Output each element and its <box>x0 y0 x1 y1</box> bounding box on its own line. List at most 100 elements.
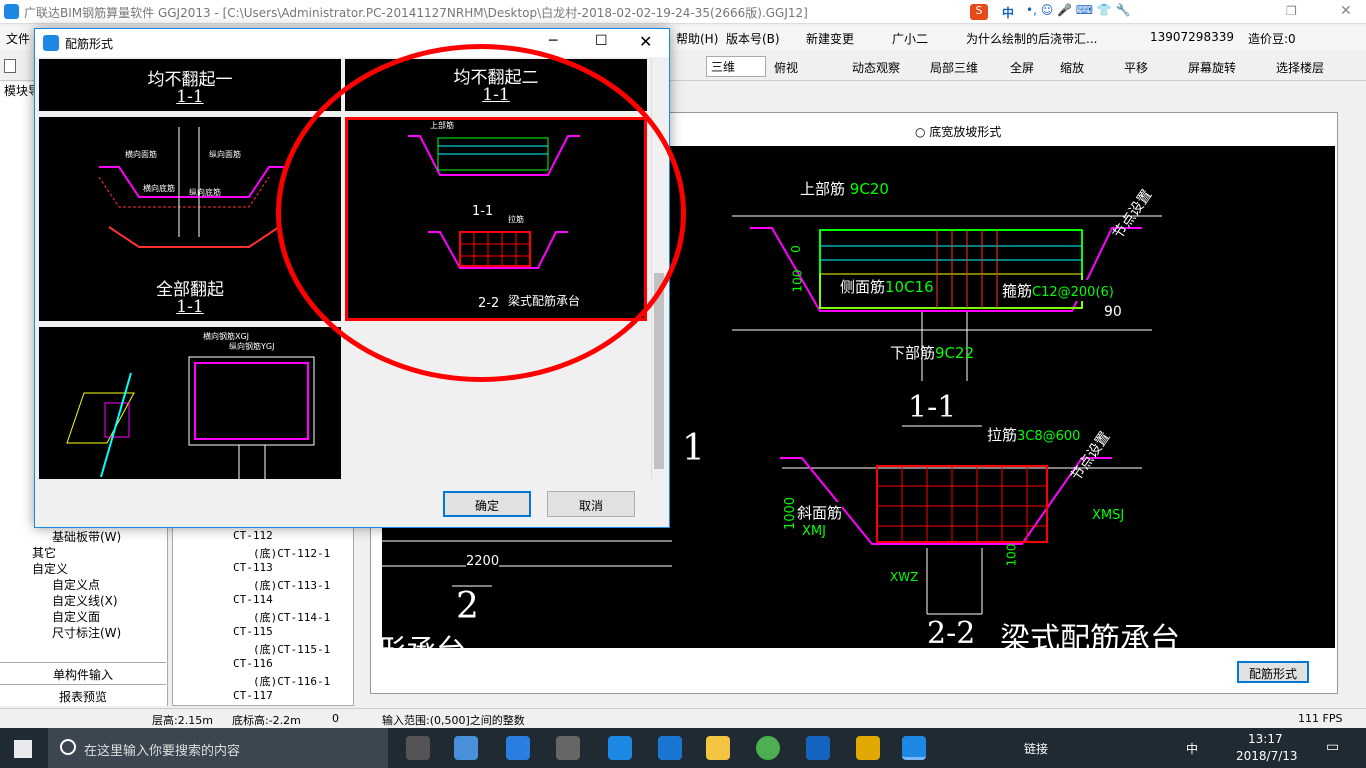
panel-5-drawing <box>66 356 315 479</box>
local-3d-button[interactable]: 局部三维 <box>930 59 978 76</box>
tree-node[interactable]: CT-113 <box>233 561 273 574</box>
cad-side-rebar: 侧面筋 <box>840 278 886 296</box>
panel-3-label-4: 纵向底筋 <box>189 188 221 197</box>
app-icon-4[interactable] <box>806 736 830 760</box>
slope-radio[interactable]: ○ 底宽放坡形式 <box>915 123 1001 140</box>
component-tree: CT-112 (底)CT-112-1 CT-113 (底)CT-113-1 CT… <box>172 520 354 706</box>
panel-3-section: 1-1 <box>176 297 204 317</box>
tree-node[interactable]: (底)CT-115-1 <box>253 641 330 657</box>
option-panel-5[interactable]: 横向钢筋XGJ 纵向钢筋YGJ <box>39 327 341 479</box>
tree-item-foundation-strip[interactable]: 基础板带(W) <box>48 528 121 545</box>
tree-node[interactable]: CT-112 <box>233 529 273 542</box>
cad-stirrup: 箍筋 <box>1002 282 1033 300</box>
edge-icon[interactable] <box>608 736 632 760</box>
tree-node[interactable]: CT-116 <box>233 657 273 670</box>
cad-label-2: 2 <box>456 586 479 627</box>
app-icon-5[interactable] <box>856 736 880 760</box>
tree-item-dimension[interactable]: 尺寸标注(W) <box>48 624 121 641</box>
clock-date[interactable]: 2018/7/13 <box>1236 749 1298 763</box>
restore-icon[interactable]: ❐ <box>1286 4 1297 18</box>
folder-icon[interactable] <box>706 736 730 760</box>
ok-button[interactable]: 确定 <box>443 491 531 517</box>
link-label[interactable]: 链接 <box>1024 740 1048 757</box>
panel-3-label-2: 纵向面筋 <box>209 150 241 159</box>
scrollbar-thumb[interactable] <box>654 273 664 469</box>
tree-node[interactable]: (底)CT-113-1 <box>253 577 330 593</box>
tree-node[interactable]: (底)CT-114-1 <box>253 609 330 625</box>
select-floor-button[interactable]: 选择楼层 <box>1276 59 1324 76</box>
minimize-icon[interactable]: ─ <box>549 33 557 49</box>
single-input-tab[interactable]: 单构件输入 <box>0 662 166 682</box>
tree-item-custom-area[interactable]: 自定义面 <box>48 608 100 625</box>
pan-button[interactable]: 平移 <box>1124 59 1148 76</box>
menu-help[interactable]: 帮助(H) <box>676 30 718 47</box>
cad-slope-rebar: 斜面筋 <box>797 502 843 523</box>
app-icon-2[interactable] <box>556 736 580 760</box>
tree-item-custom-line[interactable]: 自定义线(X) <box>48 592 118 609</box>
tree-item-custom-point[interactable]: 自定义点 <box>48 576 100 593</box>
new-file-icon[interactable] <box>4 59 16 73</box>
app-icon <box>4 4 19 19</box>
tree-item-other[interactable]: 其它 <box>28 544 56 561</box>
fps: 111 FPS <box>1298 712 1343 725</box>
window-title: 广联达BIM钢筋算量软件 GGJ2013 - [C:\Users\Adminis… <box>24 6 808 20</box>
menu-version[interactable]: 版本号(B) <box>726 30 780 47</box>
account-phone[interactable]: 13907298339 <box>1150 30 1234 44</box>
red-circle-annotation <box>276 44 686 382</box>
rotate-button[interactable]: 屏幕旋转 <box>1188 59 1236 76</box>
cad-bottom-rebar-value: 9C22 <box>935 344 975 362</box>
task-view-icon[interactable] <box>406 736 430 760</box>
cad-tie-rebar-value: 3C8@600 <box>1017 429 1081 444</box>
help-question-link[interactable]: 为什么绘制的后浇带汇... <box>966 30 1097 47</box>
dynamic-view-button[interactable]: 动态观察 <box>852 59 900 76</box>
tree-node[interactable]: (底)CT-112-1 <box>253 545 330 561</box>
taskbar-ime[interactable]: 中 <box>1186 740 1198 757</box>
cad-section-22: 2-2 <box>927 616 976 648</box>
windows-start-icon[interactable] <box>14 740 32 758</box>
tree-node[interactable]: CT-117 <box>233 689 273 702</box>
cad-angle: 90 <box>1104 304 1122 320</box>
menu-new-change[interactable]: 新建变更 <box>806 30 854 47</box>
menu-file[interactable]: 文件 <box>6 30 30 47</box>
ime-language[interactable]: 中 <box>1002 4 1014 21</box>
floor-height: 层高:2.15m <box>152 714 213 727</box>
menu-guangxiaoer[interactable]: 广小二 <box>892 30 928 47</box>
rebar-form-button[interactable]: 配筋形式 <box>1237 661 1309 683</box>
cad-tie-rebar: 拉筋 <box>987 426 1018 444</box>
close-icon[interactable]: ✕ <box>1340 3 1352 19</box>
ie-icon[interactable] <box>506 736 530 760</box>
clock-time[interactable]: 13:17 <box>1248 732 1283 746</box>
tree-node[interactable]: (底)CT-116-1 <box>253 673 330 689</box>
tree-node[interactable]: CT-115 <box>233 625 273 638</box>
app-icon-3[interactable] <box>756 736 780 760</box>
search-placeholder: 在这里输入你要搜索的内容 <box>84 744 241 759</box>
cad-dim-100: 100 <box>790 269 805 293</box>
cad-xmsj: XMSJ <box>1092 508 1125 523</box>
taskbar-search[interactable]: 在这里输入你要搜索的内容 <box>48 728 388 768</box>
report-preview-tab[interactable]: 报表预览 <box>0 684 166 704</box>
cad-side-rebar-value: 10C16 <box>885 278 934 296</box>
ime-toolbar[interactable]: S 中 •, ☺ 🎤 ⌨ 👕 🔧 <box>966 2 1166 22</box>
cost-bean[interactable]: 造价豆:0 <box>1248 30 1296 47</box>
view-mode-select[interactable]: 三维 <box>706 56 766 77</box>
input-range: 输入范围:(0,500]之间的整数 <box>382 714 525 727</box>
ggj-app-icon[interactable] <box>902 736 926 760</box>
sogou-icon: S <box>970 4 988 20</box>
app-icon-1[interactable] <box>454 736 478 760</box>
ie-icon-2[interactable] <box>658 736 682 760</box>
fullscreen-button[interactable]: 全屏 <box>1010 59 1034 76</box>
cancel-button[interactable]: 取消 <box>547 491 635 517</box>
maximize-icon[interactable]: ☐ <box>595 33 608 49</box>
cad-bottom-rebar: 下部筋 <box>890 344 936 362</box>
ime-icons: •, ☺ 🎤 ⌨ 👕 🔧 <box>1026 3 1131 17</box>
tree-item-custom[interactable]: 自定义 <box>28 560 68 577</box>
option-panel-1[interactable]: 均不翻起一 1-1 <box>39 59 341 111</box>
cad-section-11: 1-1 <box>908 390 957 425</box>
notification-icon[interactable]: ▭ <box>1326 739 1339 755</box>
panel-3-label-1: 横向面筋 <box>125 150 157 159</box>
zoom-button[interactable]: 缩放 <box>1060 59 1084 76</box>
top-view-button[interactable]: 俯视 <box>774 59 798 76</box>
cad-zero: 0 <box>788 245 803 253</box>
tree-node[interactable]: CT-114 <box>233 593 273 606</box>
dialog-close-icon[interactable]: ✕ <box>639 32 652 51</box>
